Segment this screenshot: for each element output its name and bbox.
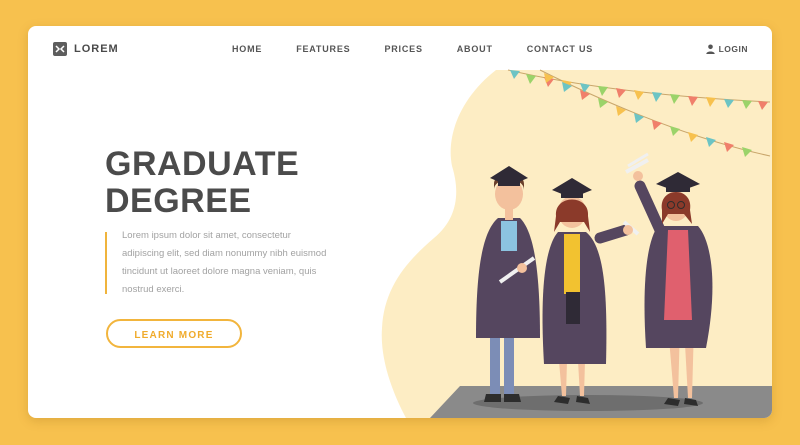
landing-card: LOREM HOME FEATURES PRICES ABOUT CONTACT… bbox=[28, 26, 772, 418]
bunting-flags bbox=[507, 69, 771, 157]
graduate-woman-middle bbox=[542, 178, 640, 404]
graduation-illustration bbox=[476, 69, 771, 406]
graduate-woman-right bbox=[625, 152, 713, 406]
graduate-man bbox=[476, 166, 540, 402]
